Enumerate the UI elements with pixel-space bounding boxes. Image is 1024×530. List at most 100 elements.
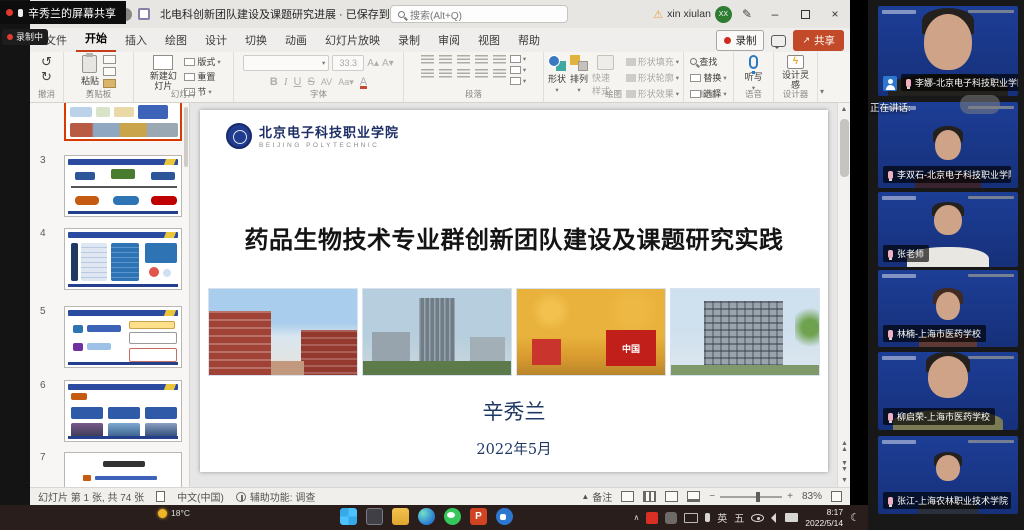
smartart-button[interactable]: ▾ [510,77,526,85]
shrink-font-button[interactable]: A▾ [382,58,394,69]
reset-button[interactable]: 重置 [184,70,220,83]
thumbnail-slide-2[interactable] [64,103,182,141]
mic-tray-icon[interactable] [705,513,710,522]
scroll-up-icon[interactable]: ▲ [838,103,850,116]
record-button[interactable]: 录制 [716,30,764,51]
zoom-knob[interactable] [756,492,760,502]
recording-tray-icon[interactable] [646,512,658,524]
participant-tile[interactable]: 林楠-上海市医药学校 [878,270,1018,347]
reading-view-button[interactable] [665,491,678,502]
edge-browser-icon[interactable] [418,508,435,525]
replace-button[interactable]: 替换▾ [690,71,726,84]
slide[interactable]: 北京电子科技职业学院 BEIJING POLYTECHNIC 药品生物技术专业群… [200,110,828,472]
volume-tray-icon[interactable] [771,513,776,523]
tab-design[interactable]: 设计 [196,28,236,52]
bold-button[interactable]: B [270,76,278,88]
align-text-button[interactable]: ▾ [510,66,526,74]
notes-page-icon[interactable] [156,491,165,502]
tab-animations[interactable]: 动画 [276,28,316,52]
pen-icon[interactable]: ✎ [742,7,752,21]
decrease-indent-icon[interactable] [457,55,470,65]
font-size-select[interactable]: 33.3 [332,55,364,71]
start-button[interactable] [340,508,357,525]
thumbnail-slide-5[interactable] [64,306,182,368]
camera-tray-icon[interactable] [785,513,798,522]
ribbon-collapse-icon[interactable]: ▾ [818,52,828,102]
format-painter-icon[interactable] [103,79,116,88]
previous-slide-button[interactable]: ▲▲ [838,441,851,453]
file-explorer-icon[interactable] [392,508,409,525]
new-slide-button[interactable]: 新建幻灯片 [146,55,180,92]
weather-widget[interactable]: 18°C [158,508,190,518]
night-mode-icon[interactable]: ☾ [850,511,860,524]
maximize-button[interactable] [792,1,818,27]
design-ideas-button[interactable]: ϟ 设计灵感 [782,55,810,91]
scroll-down-icon[interactable]: ▼ [838,474,851,487]
accessibility-status[interactable]: 辅助功能: 调查 [236,489,316,504]
find-button[interactable]: 查找 [690,55,717,68]
tab-draw[interactable]: 绘图 [156,28,196,52]
zoom-out-icon[interactable]: − [709,491,715,502]
underline-button[interactable]: U [294,76,302,88]
zoom-level[interactable]: 83% [802,491,822,502]
participant-tile[interactable]: 李娜-北京电子科技职业学院 [878,6,1018,96]
tray-expand-icon[interactable]: ∧ [633,513,639,522]
participant-tile[interactable]: 柳启荣-上海市医药学校 [878,352,1018,430]
comments-icon[interactable] [771,35,786,47]
slideshow-button[interactable] [687,491,700,502]
zoom-slider[interactable]: − + [709,491,793,502]
cut-icon[interactable] [103,55,116,64]
tab-transitions[interactable]: 切换 [236,28,276,52]
align-center-icon[interactable] [439,69,452,79]
powerpoint-taskbar-icon[interactable]: P [470,508,487,525]
meeting-app-icon[interactable] [496,508,513,525]
thumbnail-scrollbar[interactable] [184,107,188,167]
keyboard-tray-icon[interactable] [684,513,698,523]
shape-fill-button[interactable]: 形状填充▾ [626,55,679,68]
next-slide-button[interactable]: ▼▼ [838,461,851,473]
dictate-button[interactable]: 听写 ▾ [744,55,762,92]
shape-outline-button[interactable]: 形状轮廓▾ [626,71,679,84]
tab-help[interactable]: 帮助 [509,28,549,52]
tab-home[interactable]: 开始 [76,26,116,52]
ime-mode-indicator[interactable]: 五 [734,510,744,525]
tab-review[interactable]: 审阅 [429,28,469,52]
change-case-button[interactable]: Aa▾ [338,77,354,88]
search-input[interactable]: 搜索(Alt+Q) [390,5,568,23]
thumbnail-slide-6[interactable] [64,380,182,442]
language-status[interactable]: 中文(中国) [177,489,224,504]
minimize-button[interactable]: – [762,1,788,27]
thumbnail-slide-7[interactable] [64,452,182,487]
thumbnail-panel[interactable]: 3 4 5 [30,103,190,487]
zoom-in-icon[interactable]: + [787,491,793,502]
strikethrough-button[interactable]: S [308,76,315,88]
char-spacing-button[interactable]: AV [321,77,332,87]
numbering-icon[interactable] [439,55,452,65]
eye-care-tray-icon[interactable] [751,514,764,522]
vertical-scrollbar[interactable]: ▲ ▲▲ ▼▼ ▼ [837,103,850,487]
tab-view[interactable]: 视图 [469,28,509,52]
slide-sorter-view-button[interactable] [643,491,656,502]
task-view-button[interactable] [366,508,383,525]
participant-tile[interactable]: 张老师 [878,192,1018,267]
justify-icon[interactable] [475,69,488,79]
share-button[interactable]: ↗ 共享 [793,30,844,51]
tab-record[interactable]: 录制 [389,28,429,52]
tab-slideshow[interactable]: 幻灯片放映 [316,28,389,52]
fit-slide-button[interactable] [831,491,842,502]
screen-share-indicator[interactable]: 辛秀兰的屏幕共享 [0,1,126,24]
normal-view-button[interactable] [621,491,634,502]
taskbar-clock[interactable]: 8:17 2022/5/14 [805,507,843,528]
scrollbar-thumb[interactable] [840,119,849,177]
participant-tile[interactable]: 张江-上海农林职业技术学院 [878,436,1018,514]
copy-icon[interactable] [103,67,116,76]
font-color-button[interactable]: A [360,76,367,88]
bullets-icon[interactable] [421,55,434,65]
ime-language-indicator[interactable]: 英 [717,510,727,525]
save-icon[interactable] [138,8,150,20]
slide-canvas[interactable]: 北京电子科技职业学院 BEIJING POLYTECHNIC 药品生物技术专业群… [190,103,837,487]
align-right-icon[interactable] [457,69,470,79]
thumbnail-slide-3[interactable] [64,155,182,217]
align-left-icon[interactable] [421,69,434,79]
warning-icon[interactable]: ⚠ [653,8,663,21]
